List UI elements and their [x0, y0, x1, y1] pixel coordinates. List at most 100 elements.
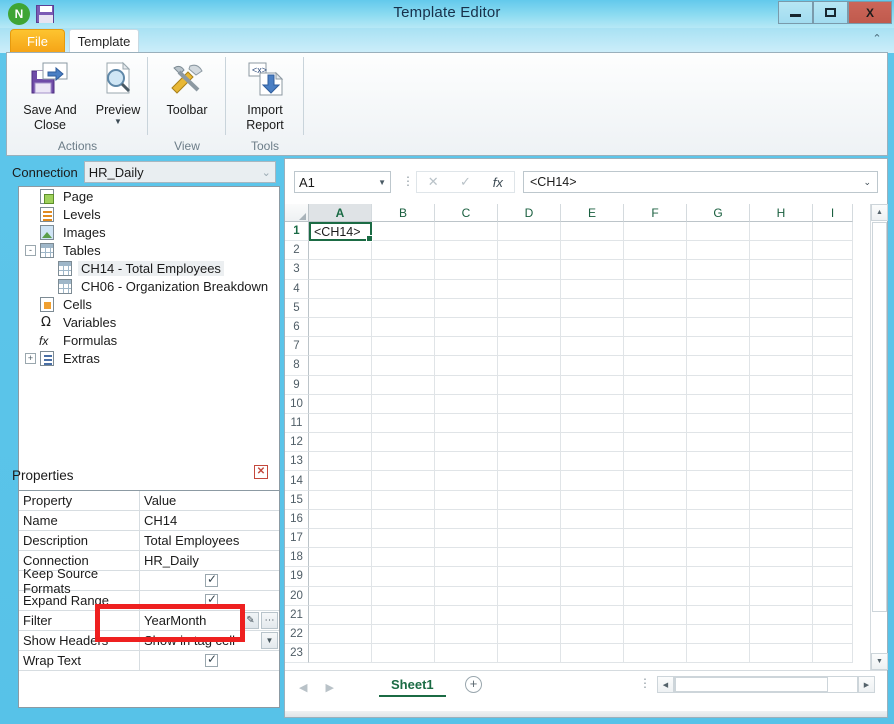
cell-C9[interactable] [435, 375, 498, 395]
cell-E11[interactable] [561, 413, 624, 434]
cell-G10[interactable] [687, 394, 750, 414]
cell-D17[interactable] [498, 529, 561, 549]
cell-F8[interactable] [624, 356, 687, 376]
cell-D23[interactable] [498, 644, 561, 664]
cell-F12[interactable] [624, 433, 687, 453]
cell-E22[interactable] [561, 624, 624, 645]
column-header-D[interactable]: D [498, 204, 561, 222]
cell-H20[interactable] [750, 586, 813, 606]
cell-E15[interactable] [561, 490, 624, 510]
cell-H9[interactable] [750, 375, 813, 395]
property-value-wrap-text[interactable] [140, 651, 279, 670]
row-header-10[interactable]: 10 [285, 394, 309, 414]
cell-H21[interactable] [750, 605, 813, 625]
cell-B15[interactable] [372, 490, 435, 510]
insert-function-icon[interactable]: fx [482, 175, 514, 190]
cell-H4[interactable] [750, 279, 813, 299]
row-header-14[interactable]: 14 [285, 471, 309, 491]
cell-C13[interactable] [435, 452, 498, 472]
cell-H19[interactable] [750, 567, 813, 587]
tree-expander[interactable]: + [25, 352, 36, 364]
cell-A16[interactable] [309, 509, 372, 529]
cell-C19[interactable] [435, 567, 498, 587]
cell-D1[interactable] [498, 222, 561, 242]
cell-C1[interactable] [435, 222, 498, 242]
cell-H3[interactable] [750, 260, 813, 280]
property-row-wrap-text[interactable]: Wrap Text [19, 651, 279, 671]
cell-A13[interactable] [309, 452, 372, 472]
cell-E16[interactable] [561, 509, 624, 529]
cell-H6[interactable] [750, 317, 813, 338]
cell-B23[interactable] [372, 644, 435, 664]
cell-E23[interactable] [561, 644, 624, 664]
column-header-C[interactable]: C [435, 204, 498, 222]
chevron-down-icon[interactable]: ▼ [114, 118, 122, 126]
hscroll-thumb[interactable] [675, 677, 828, 692]
cell-A14[interactable] [309, 471, 372, 491]
cell-B2[interactable] [372, 241, 435, 261]
cell-E18[interactable] [561, 548, 624, 568]
cell-G9[interactable] [687, 375, 750, 395]
cell-I13[interactable] [813, 452, 853, 472]
cell-C6[interactable] [435, 317, 498, 338]
cell-B21[interactable] [372, 605, 435, 625]
cell-G22[interactable] [687, 624, 750, 645]
cell-C17[interactable] [435, 529, 498, 549]
cell-F14[interactable] [624, 471, 687, 491]
cell-C22[interactable] [435, 624, 498, 645]
property-value-connection[interactable]: HR_Daily [140, 551, 279, 570]
cell-C4[interactable] [435, 279, 498, 299]
cell-B22[interactable] [372, 624, 435, 645]
cell-F10[interactable] [624, 394, 687, 414]
cell-I14[interactable] [813, 471, 853, 491]
cell-H1[interactable] [750, 222, 813, 242]
cell-C20[interactable] [435, 586, 498, 606]
property-value-keep-source-formats[interactable] [140, 571, 279, 590]
cell-F19[interactable] [624, 567, 687, 587]
cell-G14[interactable] [687, 471, 750, 491]
chevron-down-icon[interactable]: ⌄ [863, 177, 871, 188]
cell-E13[interactable] [561, 452, 624, 472]
cell-C7[interactable] [435, 337, 498, 357]
triangle-right-icon[interactable]: ▶ [858, 676, 875, 693]
cell-D10[interactable] [498, 394, 561, 414]
column-header-I[interactable]: I [813, 204, 853, 222]
checkbox-icon[interactable] [205, 572, 218, 587]
column-header-A[interactable]: A [309, 204, 372, 222]
cell-G21[interactable] [687, 605, 750, 625]
cell-I6[interactable] [813, 317, 853, 338]
tree-item-page[interactable]: Page [19, 187, 279, 205]
cell-G13[interactable] [687, 452, 750, 472]
column-header-F[interactable]: F [624, 204, 687, 222]
cell-A17[interactable] [309, 529, 372, 549]
property-value-name[interactable]: CH14 [140, 511, 279, 530]
row-header-9[interactable]: 9 [285, 375, 309, 395]
column-header-B[interactable]: B [372, 204, 435, 222]
cell-D5[interactable] [498, 298, 561, 318]
row-header-20[interactable]: 20 [285, 586, 309, 606]
cell-E5[interactable] [561, 298, 624, 318]
cell-D13[interactable] [498, 452, 561, 472]
checkbox-icon[interactable] [205, 652, 218, 667]
cell-A8[interactable] [309, 356, 372, 376]
cell-G17[interactable] [687, 529, 750, 549]
triangle-down-icon[interactable]: ▼ [871, 653, 888, 670]
cell-A15[interactable] [309, 490, 372, 510]
cell-H16[interactable] [750, 509, 813, 529]
cell-E4[interactable] [561, 279, 624, 299]
cell-A4[interactable] [309, 279, 372, 299]
cell-E3[interactable] [561, 260, 624, 280]
chevron-down-icon[interactable]: ▼ [261, 632, 278, 649]
connection-combo[interactable]: HR_Daily ⌄ [83, 161, 276, 183]
cell-F23[interactable] [624, 644, 687, 664]
cell-F16[interactable] [624, 509, 687, 529]
cell-C12[interactable] [435, 433, 498, 453]
save-floppy-icon[interactable] [36, 5, 54, 23]
close-x-icon[interactable]: ✕ [254, 465, 268, 479]
cell-G23[interactable] [687, 644, 750, 664]
row-header-19[interactable]: 19 [285, 567, 309, 587]
tree-item-ch06-organization-breakdown[interactable]: CH06 - Organization Breakdown [19, 277, 279, 295]
cell-H18[interactable] [750, 548, 813, 568]
cell-H15[interactable] [750, 490, 813, 510]
cell-G2[interactable] [687, 241, 750, 261]
